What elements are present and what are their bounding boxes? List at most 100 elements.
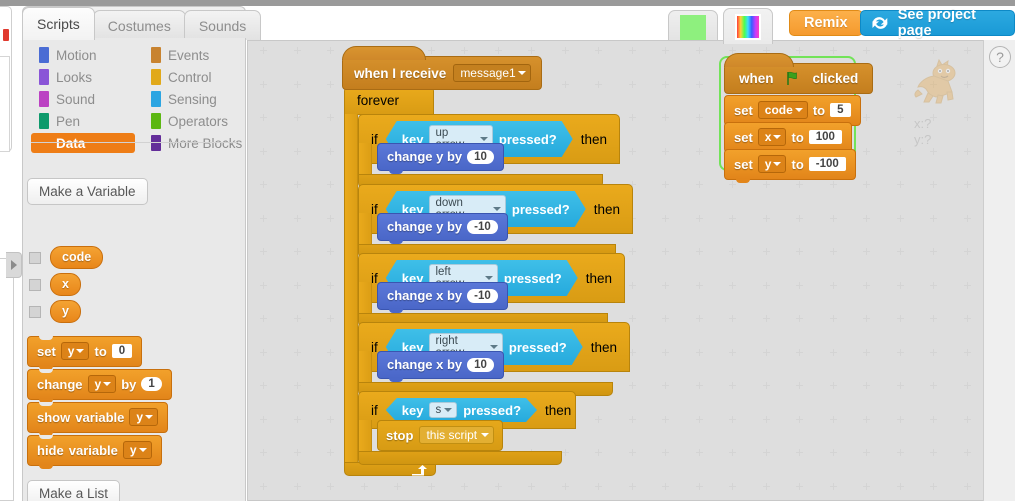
- help-button[interactable]: ?: [989, 46, 1011, 68]
- set-y-variable-label: y: [764, 157, 772, 171]
- category-data[interactable]: Data: [23, 132, 135, 154]
- chevron-down-icon: [103, 382, 112, 386]
- forever-block[interactable]: forever: [344, 86, 436, 476]
- change-x-value-left[interactable]: -10: [467, 288, 498, 303]
- tab-costumes-label: Costumes: [107, 17, 171, 34]
- category-more-blocks[interactable]: More Blocks: [135, 132, 247, 154]
- category-selector: Motion Looks Sound Pen Data Events Contr…: [23, 44, 247, 154]
- set-x-variable-label: x: [764, 130, 772, 144]
- show-block-word1: show: [37, 409, 71, 425]
- set-code-variable-dropdown[interactable]: code: [757, 101, 808, 119]
- show-block-variable-dropdown[interactable]: y: [129, 408, 159, 426]
- variable-checkbox-y[interactable]: [29, 305, 41, 318]
- palette-block-change-variable[interactable]: change y by 1: [27, 369, 172, 403]
- sound-swatch-icon: [39, 91, 49, 107]
- palette-block-set-variable[interactable]: set y to 0: [27, 336, 143, 370]
- remix-button[interactable]: Remix: [789, 10, 863, 36]
- change-x-label-left: change x by: [387, 288, 463, 303]
- set-block-value-input[interactable]: 0: [111, 344, 133, 358]
- category-operators[interactable]: Operators: [135, 110, 247, 132]
- message-dropdown-label: message1: [460, 66, 516, 80]
- set-code-value-input[interactable]: 5: [830, 103, 851, 117]
- make-a-list-button[interactable]: Make a List: [27, 480, 121, 501]
- tab-sounds[interactable]: Sounds: [183, 10, 262, 40]
- category-operators-label: Operators: [168, 113, 229, 129]
- script-canvas[interactable]: forever when I receive message1 if key u…: [247, 40, 1015, 501]
- variable-pill-x[interactable]: x: [50, 273, 81, 296]
- category-motion[interactable]: Motion: [23, 44, 135, 66]
- full-stage-tab[interactable]: [723, 8, 773, 44]
- more-blocks-swatch-icon: [151, 135, 161, 151]
- loop-arrow-icon: [412, 465, 427, 476]
- operators-swatch-icon: [151, 113, 161, 129]
- then-label: then: [580, 131, 607, 147]
- palette-block-hide-variable[interactable]: hide variable y: [27, 435, 162, 469]
- variable-checkbox-x[interactable]: [29, 278, 41, 291]
- change-y-by-block-up[interactable]: change y by 10: [377, 143, 504, 174]
- change-block-variable-dropdown[interactable]: y: [87, 375, 117, 393]
- set-x-word2: to: [791, 129, 804, 145]
- set-x-variable-dropdown[interactable]: x: [757, 128, 787, 146]
- message-dropdown[interactable]: message1: [453, 64, 531, 82]
- variable-pill-y[interactable]: y: [50, 300, 81, 323]
- category-control[interactable]: Control: [135, 66, 247, 88]
- palette-expander-handle[interactable]: [6, 252, 22, 278]
- change-y-value-up[interactable]: 10: [467, 149, 494, 164]
- set-block-word2: to: [94, 343, 107, 359]
- category-motion-label: Motion: [56, 47, 97, 63]
- category-column-left: Motion Looks Sound Pen Data: [23, 44, 135, 154]
- category-sensing[interactable]: Sensing: [135, 88, 247, 110]
- set-block-word1: set: [37, 343, 56, 359]
- stop-block[interactable]: stop this script: [377, 420, 504, 451]
- if-label: if: [371, 402, 378, 418]
- stage-canvas-edge: [0, 56, 10, 152]
- category-sound[interactable]: Sound: [23, 88, 135, 110]
- category-pen[interactable]: Pen: [23, 110, 135, 132]
- change-x-by-block-left[interactable]: change x by -10: [377, 282, 508, 313]
- set-y-block[interactable]: set y to -100: [724, 149, 856, 183]
- change-y-label-down: change y by: [387, 219, 463, 234]
- change-y-value-down[interactable]: -10: [467, 219, 498, 234]
- pressed-word-label: pressed?: [511, 201, 570, 217]
- key-word-label: key: [401, 402, 424, 418]
- category-sensing-label: Sensing: [168, 91, 217, 107]
- make-a-variable-button[interactable]: Make a Variable: [27, 178, 148, 205]
- chevron-down-icon: [773, 162, 782, 166]
- category-looks[interactable]: Looks: [23, 66, 135, 88]
- key-dropdown-s[interactable]: s: [429, 402, 457, 418]
- stop-target-dropdown[interactable]: this script: [419, 426, 495, 444]
- if-up-left-arm: [358, 143, 372, 174]
- set-y-value-input[interactable]: -100: [808, 157, 846, 171]
- variable-row-x: x: [29, 273, 81, 296]
- set-y-word2: to: [791, 156, 804, 172]
- tab-costumes[interactable]: Costumes: [92, 10, 186, 40]
- tab-scripts[interactable]: Scripts: [22, 7, 95, 40]
- change-x-by-block-right[interactable]: change x by 10: [377, 351, 504, 382]
- hide-block-variable-dropdown[interactable]: y: [122, 441, 152, 459]
- variable-pill-code[interactable]: code: [50, 246, 104, 269]
- set-block-variable-label: y: [67, 344, 75, 358]
- small-stage-tab[interactable]: [668, 10, 718, 44]
- change-y-by-block-down[interactable]: change y by -10: [377, 213, 508, 244]
- small-stage-icon: [680, 14, 706, 41]
- full-stage-icon: [735, 13, 761, 40]
- chevron-down-icon: [76, 349, 85, 353]
- green-flag-icon: [786, 71, 801, 86]
- when-green-flag-clicked-hat[interactable]: when clicked: [724, 53, 874, 94]
- set-block-variable-dropdown[interactable]: y: [60, 342, 90, 360]
- set-x-value-input[interactable]: 100: [808, 130, 842, 144]
- when-i-receive-hat-block[interactable]: when I receive message1: [342, 46, 542, 90]
- palette-block-show-variable[interactable]: show variable y: [27, 402, 169, 436]
- category-events[interactable]: Events: [135, 44, 247, 66]
- set-code-word1: set: [734, 102, 753, 118]
- forever-block-header: forever: [344, 86, 434, 115]
- change-x-value-right[interactable]: 10: [467, 357, 494, 372]
- variable-checkbox-code[interactable]: [29, 251, 41, 264]
- key-pressed-predicate-s[interactable]: key s pressed?: [386, 398, 537, 422]
- set-y-variable-dropdown[interactable]: y: [757, 155, 787, 173]
- chevron-down-icon: [480, 137, 488, 141]
- pressed-word-label: pressed?: [503, 270, 562, 286]
- change-block-value-input[interactable]: 1: [141, 377, 162, 391]
- see-project-page-button[interactable]: See project page: [860, 7, 1015, 39]
- change-block-word2: by: [121, 376, 137, 392]
